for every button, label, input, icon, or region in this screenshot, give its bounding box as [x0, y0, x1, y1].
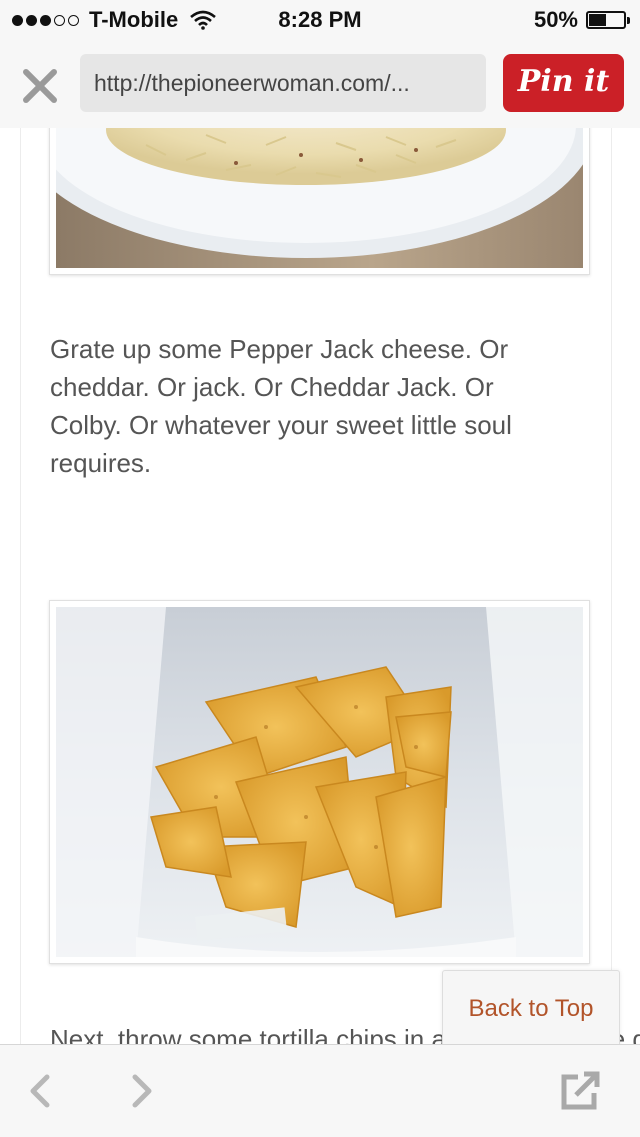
chevron-left-icon[interactable] — [20, 1069, 64, 1113]
chips-photo-frame — [49, 600, 590, 964]
paragraph-cheese: Grate up some Pepper Jack cheese. Or che… — [50, 334, 512, 478]
status-right: 50% — [533, 7, 630, 33]
status-bar: T-Mobile 8:28 PM 50% — [0, 0, 640, 40]
column-guide-left — [20, 128, 21, 1044]
back-to-top-button[interactable]: Back to Top — [442, 970, 620, 1044]
cheese-photo-frame — [49, 128, 590, 275]
tortilla-chips-photo — [56, 607, 583, 957]
url-bar[interactable]: http://thepioneerwoman.com/... — [80, 54, 486, 112]
battery-percent: 50% — [533, 7, 578, 32]
close-icon[interactable] — [20, 66, 60, 106]
battery-level — [589, 14, 606, 26]
chevron-right-icon[interactable] — [118, 1069, 162, 1113]
battery-icon — [586, 11, 630, 29]
column-guide-right — [611, 128, 612, 1044]
article-content[interactable]: Grate up some Pepper Jack cheese. Or che… — [0, 128, 640, 1044]
browser-header: http://thepioneerwoman.com/... Pin it — [0, 40, 640, 129]
bottom-toolbar — [0, 1044, 640, 1137]
grated-cheese-photo — [56, 128, 583, 268]
pin-it-button[interactable]: Pin it — [503, 54, 624, 112]
share-icon[interactable] — [556, 1067, 604, 1115]
